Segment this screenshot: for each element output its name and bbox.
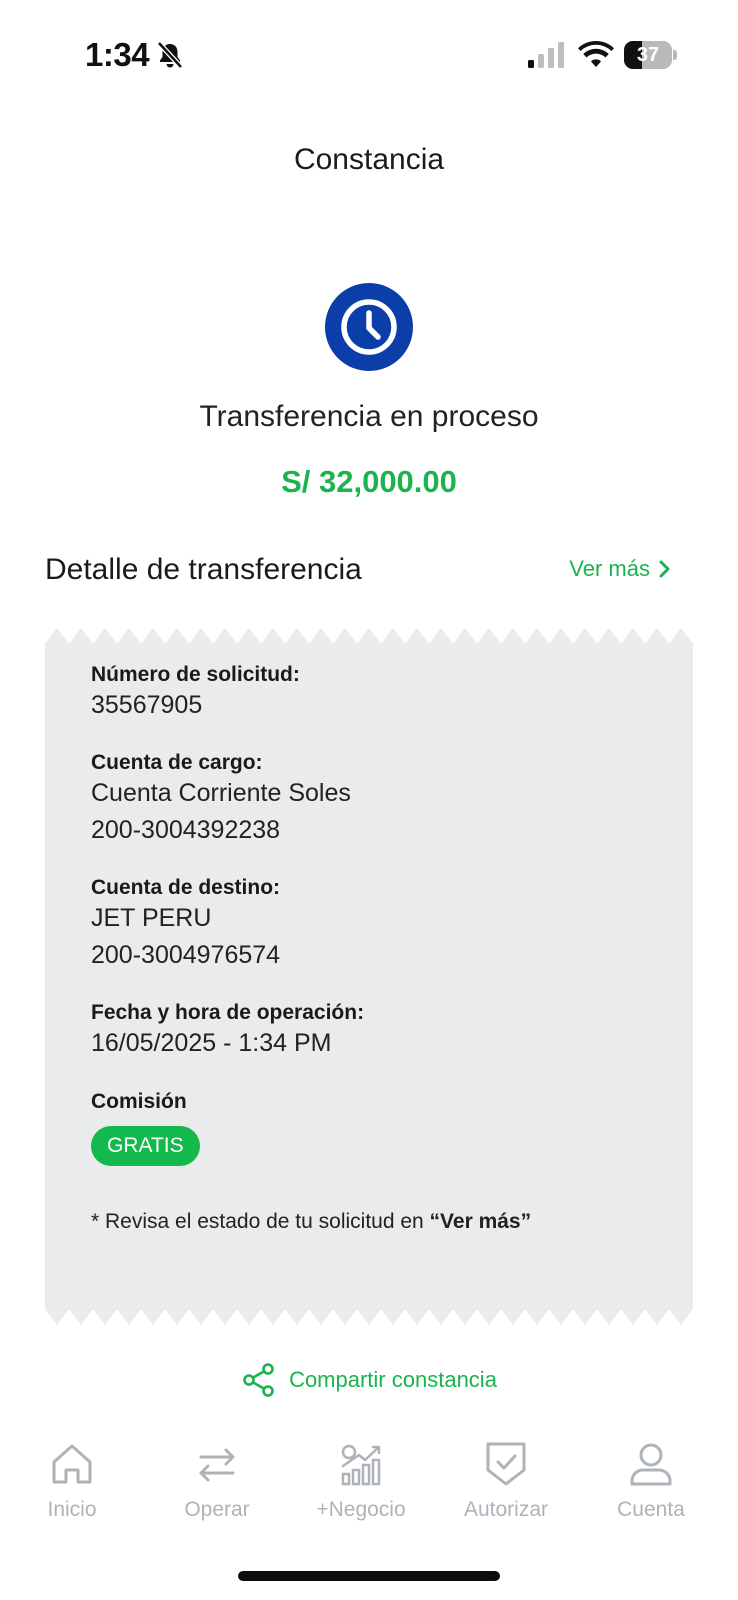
destination-account-field: Cuenta de destino: JET PERU 200-30049765… bbox=[91, 876, 280, 974]
detail-section-title: Detalle de transferencia bbox=[45, 553, 362, 586]
source-account-label: Cuenta de cargo: bbox=[91, 751, 263, 774]
commission-field: Comisión bbox=[91, 1090, 187, 1114]
status-note-text: * Revisa el estado de tu solicitud en bbox=[91, 1210, 430, 1233]
nav-label-operar: Operar bbox=[184, 1498, 250, 1521]
nav-item-negocio[interactable]: +Negocio bbox=[287, 1440, 435, 1522]
request-number-value: 35567905 bbox=[91, 691, 203, 719]
nav-label-inicio: Inicio bbox=[47, 1498, 97, 1521]
nav-item-cuenta[interactable]: Cuenta bbox=[577, 1440, 725, 1522]
ver-mas-link[interactable]: Ver más bbox=[569, 556, 672, 582]
transfer-arrows-icon bbox=[199, 1448, 235, 1482]
chevron-right-icon bbox=[659, 560, 670, 578]
status-note: * Revisa el estado de tu solicitud en “V… bbox=[91, 1210, 531, 1234]
destination-account-number: 200-3004976574 bbox=[91, 941, 281, 969]
home-icon bbox=[52, 1444, 92, 1484]
battery-icon: 37 bbox=[624, 41, 677, 69]
operation-datetime-value: 16/05/2025 - 1:34 PM bbox=[91, 1029, 332, 1057]
signal-icon bbox=[528, 42, 564, 68]
source-account-field: Cuenta de cargo: Cuenta Corriente Soles … bbox=[91, 751, 351, 849]
status-time: 1:34 bbox=[85, 36, 150, 73]
transfer-receipt-screen: 1:34 37 Constancia Transferencia en proc… bbox=[0, 0, 738, 1600]
operation-datetime-label: Fecha y hora de operación: bbox=[91, 1001, 365, 1024]
commission-badge: GRATIS bbox=[91, 1126, 200, 1166]
transfer-status-text: Transferencia en proceso bbox=[199, 400, 539, 433]
user-icon bbox=[630, 1443, 672, 1486]
receipt-edge-bottom bbox=[45, 1309, 693, 1325]
destination-account-label: Cuenta de destino: bbox=[91, 876, 281, 899]
ver-mas-label: Ver más bbox=[569, 556, 650, 581]
share-icon bbox=[243, 1363, 274, 1397]
share-receipt-button[interactable]: Compartir constancia bbox=[0, 1362, 738, 1398]
business-chart-icon bbox=[341, 1444, 381, 1486]
battery-level: 37 bbox=[636, 44, 660, 66]
nav-label-cuenta: Cuenta bbox=[617, 1498, 685, 1521]
nav-item-operar[interactable]: Operar bbox=[143, 1440, 291, 1522]
operation-datetime-field: Fecha y hora de operación: 16/05/2025 - … bbox=[91, 1001, 364, 1062]
nav-item-inicio[interactable]: Inicio bbox=[0, 1440, 146, 1522]
transfer-amount: S/ 32,000.00 bbox=[281, 464, 457, 499]
request-number-field: Número de solicitud: 35567905 bbox=[91, 663, 300, 724]
bell-slash-icon bbox=[157, 41, 183, 69]
nav-label-negocio: +Negocio bbox=[316, 1498, 406, 1521]
status-bar: 1:34 37 bbox=[0, 0, 738, 110]
clock-icon bbox=[325, 283, 413, 371]
receipt-body: Número de solicitud: 35567905 Cuenta de … bbox=[45, 643, 693, 1310]
page-title: Constancia bbox=[293, 143, 445, 176]
commission-label: Comisión bbox=[91, 1090, 187, 1113]
request-number-label: Número de solicitud: bbox=[91, 663, 300, 686]
transfer-detail-card: Número de solicitud: 35567905 Cuenta de … bbox=[45, 628, 693, 1325]
source-account-number: 200-3004392238 bbox=[91, 816, 281, 844]
status-note-link: “Ver más” bbox=[429, 1210, 532, 1233]
wifi-icon bbox=[578, 41, 614, 67]
shield-check-icon bbox=[486, 1442, 526, 1486]
nav-item-autorizar[interactable]: Autorizar bbox=[432, 1440, 580, 1522]
nav-label-autorizar: Autorizar bbox=[463, 1498, 549, 1521]
share-label: Compartir constancia bbox=[289, 1367, 497, 1392]
home-indicator[interactable] bbox=[238, 1571, 500, 1581]
source-account-name: Cuenta Corriente Soles bbox=[91, 779, 351, 807]
destination-account-name: JET PERU bbox=[91, 904, 212, 932]
bottom-nav: Inicio Operar +Negocio Autorizar Cuenta bbox=[0, 1440, 738, 1540]
receipt-edge-top bbox=[45, 628, 693, 644]
